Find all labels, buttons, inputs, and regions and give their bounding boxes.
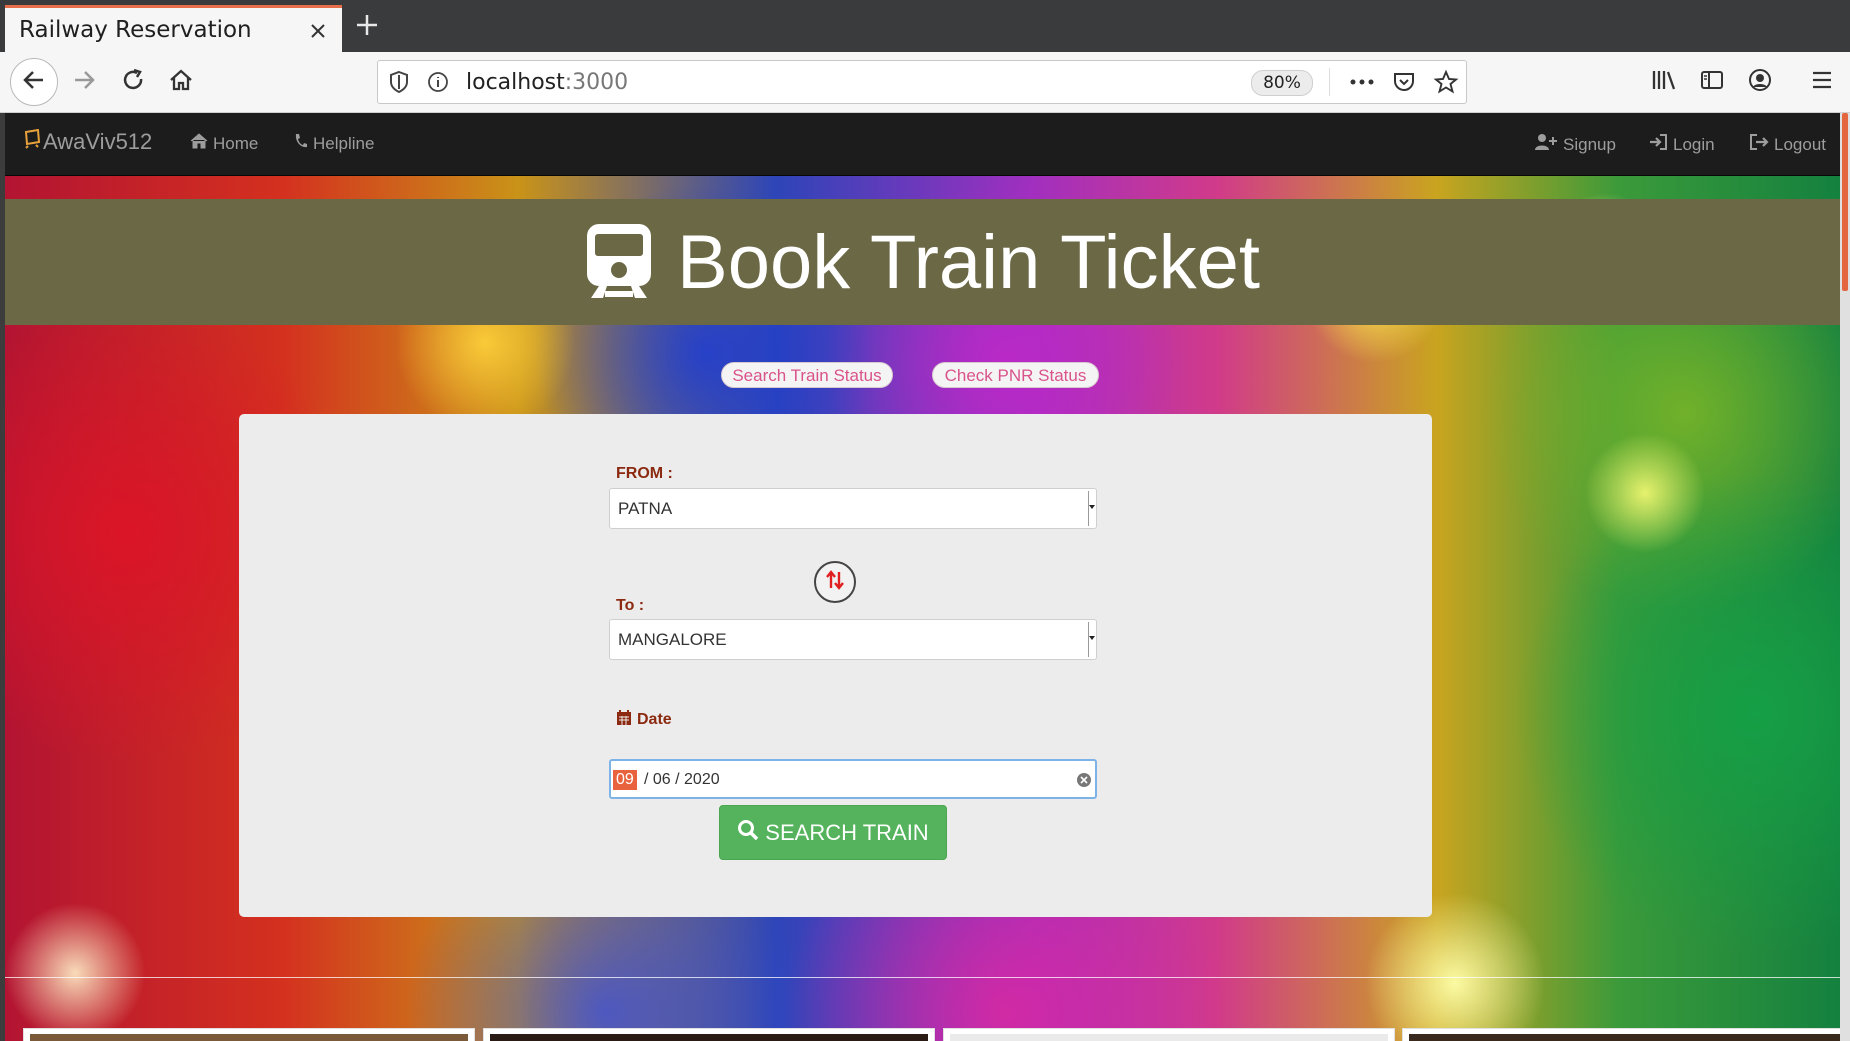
nav-login[interactable]: Login — [1648, 133, 1715, 156]
nav-signup-label: Signup — [1563, 134, 1616, 154]
forward-button[interactable] — [66, 64, 102, 100]
web-page: AwaViv512 Home Helpline Signup Login Log… — [5, 113, 1840, 1041]
url-port: :3000 — [564, 70, 629, 95]
date-rest-segment[interactable]: / 06 / 2020 — [644, 771, 720, 789]
nav-home-label: Home — [213, 133, 259, 153]
nav-home[interactable]: Home — [190, 133, 258, 154]
to-select[interactable]: MANGALORE — [609, 619, 1097, 660]
brand-link[interactable]: AwaViv512 — [23, 128, 153, 155]
swap-stations-button[interactable] — [814, 561, 856, 603]
forward-arrow-icon — [71, 67, 97, 98]
browser-tab[interactable]: Railway Reservation — [5, 5, 342, 52]
logout-icon — [1749, 133, 1769, 156]
home-icon — [190, 133, 208, 154]
shield-icon[interactable] — [388, 70, 410, 99]
zoom-level[interactable]: 80% — [1251, 70, 1313, 96]
url-bar[interactable]: localhost:3000 80% — [377, 60, 1467, 104]
train-icon — [23, 128, 41, 155]
more-dots-icon[interactable] — [1349, 72, 1375, 97]
to-select-value: MANGALORE — [618, 630, 727, 649]
from-select-value: PATNA — [618, 499, 673, 518]
chevron-down-icon — [1088, 491, 1095, 526]
sidebar-icon — [1699, 68, 1725, 97]
date-day-segment[interactable]: 09 — [613, 770, 637, 790]
search-train-button[interactable]: SEARCH TRAIN — [719, 805, 947, 860]
pocket-icon[interactable] — [1392, 70, 1416, 99]
gallery-thumbnail[interactable] — [23, 1028, 475, 1041]
search-icon — [737, 819, 759, 847]
back-arrow-icon — [21, 67, 47, 98]
chevron-down-icon — [1088, 622, 1095, 657]
nav-logout-label: Logout — [1774, 134, 1826, 154]
reload-icon — [120, 67, 146, 98]
plus-icon[interactable] — [352, 10, 382, 40]
scrollbar-thumb[interactable] — [1842, 113, 1848, 291]
nav-helpline-label: Helpline — [313, 133, 375, 153]
library-icon — [1650, 68, 1678, 97]
hero-banner: Book Train Ticket — [5, 199, 1840, 325]
gallery-thumbnail[interactable] — [483, 1028, 935, 1041]
tab-strip: Railway Reservation — [0, 0, 1850, 52]
to-label: To : — [616, 597, 645, 614]
calendar-icon — [616, 709, 632, 731]
nav-logout[interactable]: Logout — [1749, 133, 1826, 156]
back-button[interactable] — [10, 58, 58, 106]
nav-login-label: Login — [1673, 134, 1715, 154]
reload-button[interactable] — [115, 64, 151, 100]
check-pnr-status-button[interactable]: Check PNR Status — [932, 362, 1099, 388]
booking-form-card: FROM : PATNA To : MANGALORE Date 09 / 06… — [239, 414, 1432, 917]
url-host: localhost — [466, 70, 565, 95]
menu-icon — [1810, 69, 1834, 96]
brand-name: AwaViv512 — [43, 129, 153, 154]
train-icon — [585, 222, 653, 303]
phone-icon — [294, 133, 308, 154]
date-input[interactable]: 09 / 06 / 2020 — [609, 759, 1097, 799]
gallery-thumbnail[interactable] — [943, 1028, 1395, 1041]
gallery-thumbnail[interactable] — [1402, 1028, 1840, 1041]
nav-signup[interactable]: Signup — [1534, 133, 1616, 156]
login-icon — [1648, 133, 1668, 156]
account-button[interactable] — [1742, 64, 1778, 100]
tab-title: Railway Reservation — [19, 17, 252, 43]
star-icon[interactable] — [1433, 69, 1459, 100]
date-label-group: Date — [616, 709, 672, 731]
url-divider — [1329, 68, 1330, 96]
library-button[interactable] — [1646, 64, 1682, 100]
from-label: FROM : — [616, 465, 673, 482]
divider — [5, 977, 1840, 978]
menu-button[interactable] — [1804, 64, 1840, 100]
site-navbar: AwaViv512 Home Helpline Signup Login Log… — [5, 113, 1840, 176]
clear-icon[interactable] — [1077, 773, 1091, 787]
navigation-toolbar: localhost:3000 80% — [0, 52, 1850, 113]
sidebar-button[interactable] — [1694, 64, 1730, 100]
page-title: Book Train Ticket — [677, 219, 1260, 305]
swap-icon — [826, 569, 844, 595]
info-icon[interactable] — [427, 71, 449, 98]
home-icon — [168, 67, 194, 98]
account-icon — [1747, 67, 1773, 98]
from-select[interactable]: PATNA — [609, 488, 1097, 529]
close-icon[interactable] — [306, 19, 330, 43]
home-button[interactable] — [163, 64, 199, 100]
url-text: localhost:3000 — [466, 70, 628, 95]
nav-helpline[interactable]: Helpline — [294, 133, 374, 154]
user-plus-icon — [1534, 133, 1558, 156]
date-label: Date — [637, 711, 672, 728]
search-train-status-button[interactable]: Search Train Status — [721, 362, 893, 388]
search-train-label: SEARCH TRAIN — [765, 819, 929, 845]
